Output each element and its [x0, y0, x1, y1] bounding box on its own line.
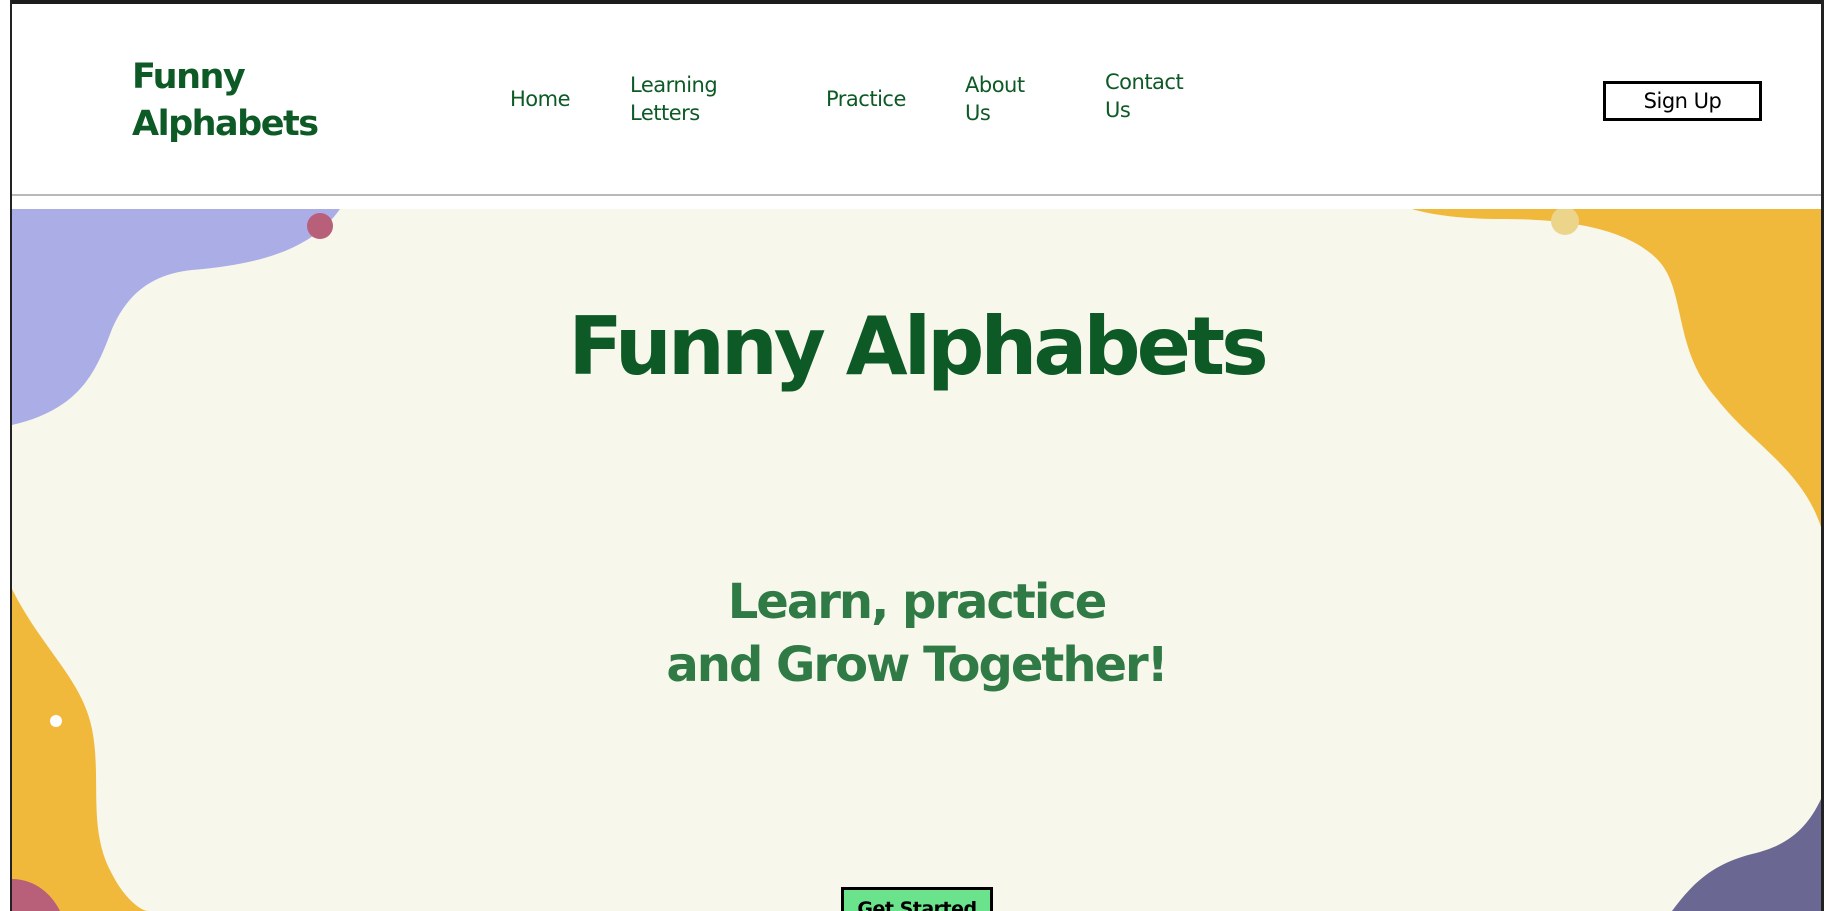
nav-link-about-us-line2: Us: [965, 101, 991, 125]
hero-subtitle-line-2: and Grow Together!: [666, 637, 1168, 693]
nav-link-learning-letters-line1: Learning: [630, 73, 718, 97]
pale-dot-shape: [1551, 209, 1579, 235]
nav-link-learning-letters-line2: Letters: [630, 101, 700, 125]
window-left-border: [0, 0, 12, 911]
nav-link-contact-us[interactable]: Contact Us: [1105, 68, 1184, 124]
hero-section: Funny Alphabets Learn, practice and Grow…: [12, 209, 1821, 911]
rose-dot-shape: [307, 213, 333, 239]
white-dot-shape: [50, 715, 62, 727]
hero-title: Funny Alphabets: [568, 300, 1268, 393]
site-header: Funny Alphabets Home Learning Letters Pr…: [12, 4, 1821, 196]
hero-subtitle: Learn, practice and Grow Together!: [12, 571, 1821, 697]
get-started-button[interactable]: Get Started: [841, 887, 993, 911]
nav-link-practice-label: Practice: [826, 87, 906, 111]
nav-link-home-label: Home: [510, 87, 571, 111]
window-top-border: [0, 0, 1824, 4]
nav-link-practice[interactable]: Practice: [826, 85, 906, 113]
nav-link-learning-letters[interactable]: Learning Letters: [630, 71, 718, 127]
nav-link-contact-us-line1: Contact: [1105, 70, 1184, 94]
app-window: Funny Alphabets Home Learning Letters Pr…: [0, 0, 1824, 911]
purple-corner-blob-shape: [1672, 799, 1821, 911]
nav-link-about-us-line1: About: [965, 73, 1025, 97]
main-navigation: Home Learning Letters Practice About Us …: [12, 4, 1821, 194]
nav-link-home[interactable]: Home: [510, 85, 571, 113]
hero-subtitle-line-1: Learn, practice: [727, 574, 1108, 630]
sign-up-button[interactable]: Sign Up: [1603, 81, 1762, 121]
nav-link-about-us[interactable]: About Us: [965, 71, 1025, 127]
nav-link-contact-us-line2: Us: [1105, 98, 1131, 122]
